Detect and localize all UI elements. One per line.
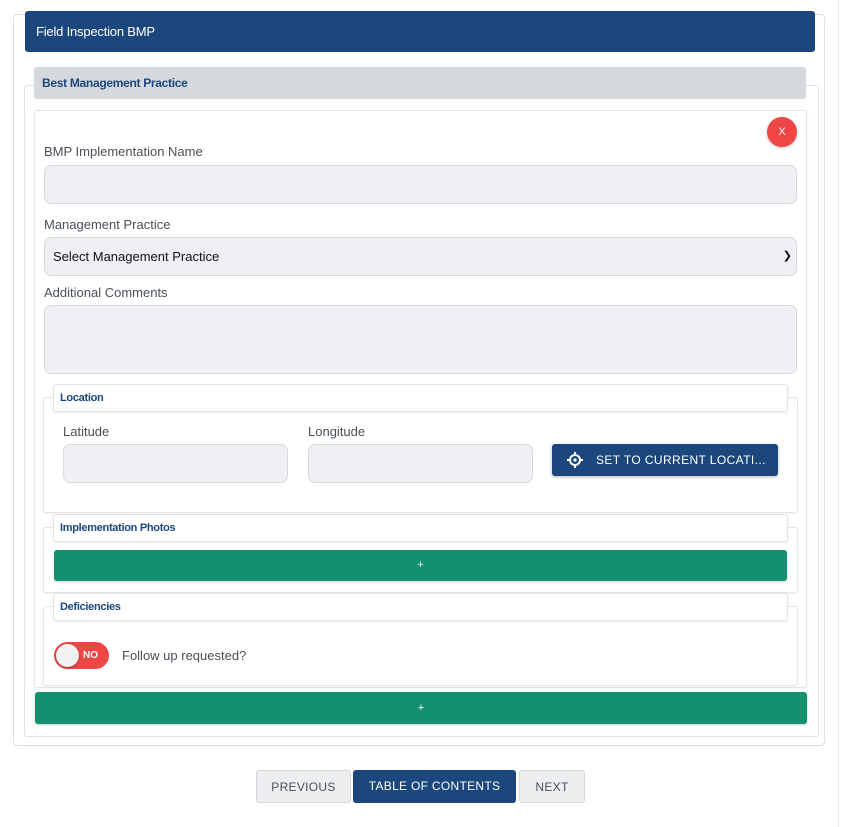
management-practice-selected: Select Management Practice (53, 249, 220, 264)
toggle-knob (56, 644, 79, 667)
set-current-location-button[interactable]: SET TO CURRENT LOCATI... (552, 444, 778, 476)
longitude-label: Longitude (308, 424, 366, 439)
deficiencies-title: Deficiencies (53, 593, 788, 621)
previous-button[interactable]: PREVIOUS (256, 770, 351, 803)
comments-label: Additional Comments (44, 285, 168, 300)
latitude-label: Latitude (63, 424, 110, 439)
section-title: Best Management Practice (34, 67, 806, 99)
form-title: Field Inspection BMP (25, 11, 815, 52)
management-practice-select[interactable]: Select Management Practice ❯ (44, 237, 797, 276)
implementation-name-label: BMP Implementation Name (44, 144, 203, 159)
management-practice-label: Management Practice (44, 217, 171, 232)
location-title: Location (53, 384, 788, 412)
add-bmp-button[interactable]: + (35, 692, 807, 724)
comments-textarea[interactable] (44, 305, 797, 374)
crosshair-icon (567, 452, 583, 468)
photos-title: Implementation Photos (53, 514, 788, 542)
remove-bmp-button[interactable]: X (767, 117, 797, 147)
latitude-input[interactable] (63, 444, 288, 483)
table-of-contents-button[interactable]: TABLE OF CONTENTS (353, 770, 516, 803)
chevron-down-icon: ❯ (782, 250, 792, 262)
toggle-state-label: NO (83, 650, 98, 661)
follow-up-label: Follow up requested? (122, 648, 247, 663)
implementation-name-input[interactable] (44, 165, 797, 204)
longitude-input[interactable] (308, 444, 533, 483)
follow-up-toggle[interactable]: NO (54, 642, 109, 669)
set-current-location-label: SET TO CURRENT LOCATI... (596, 453, 766, 467)
page-edge-divider (838, 0, 839, 827)
next-button[interactable]: NEXT (519, 770, 585, 803)
add-photo-button[interactable]: + (54, 550, 787, 581)
